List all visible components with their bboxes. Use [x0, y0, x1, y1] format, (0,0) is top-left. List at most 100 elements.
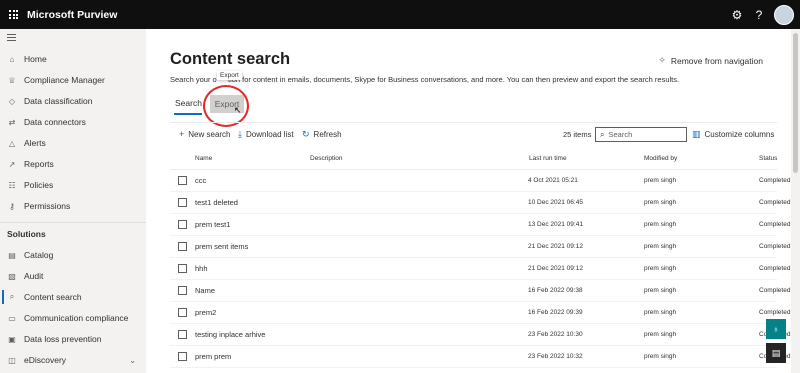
remove-from-navigation-button[interactable]: ✧ Remove from navigation [658, 55, 763, 66]
row-checkbox[interactable] [178, 264, 187, 273]
sidebar-item-catalog[interactable]: ▤ Catalog [0, 245, 146, 265]
sidebar-item-label: Compliance Manager [24, 75, 105, 85]
feedback-button[interactable]: ▤ [766, 343, 786, 363]
table-row[interactable]: hhh 21 Dec 2021 09:12 prem singh Completed [170, 258, 790, 280]
row-name[interactable]: prem test1 [195, 220, 230, 229]
avatar[interactable] [774, 4, 794, 25]
row-name[interactable]: Name [195, 286, 215, 295]
row-name[interactable]: testing inplace arhive [195, 330, 265, 339]
sidebar-item-data-loss-prevention[interactable]: ▣ Data loss prevention [0, 329, 146, 349]
row-name[interactable]: prem prem [195, 352, 231, 361]
row-modified-by: prem singh [644, 221, 677, 228]
row-checkbox[interactable] [178, 242, 187, 251]
download-list-label: Download list [245, 130, 294, 139]
row-modified-by: prem singh [644, 265, 677, 272]
column-header-name[interactable]: Name [195, 155, 212, 162]
sidebar: ⌂ Home ♕ Compliance Manager ◇ Data classifica… [0, 29, 146, 373]
row-name[interactable]: test1 deleted [195, 198, 238, 207]
sidebar-item-data-classification[interactable]: ◇ Data classification [0, 91, 146, 111]
main-content: Content search ✧ Remove from navigation … [146, 29, 791, 373]
tab-search[interactable]: Search [175, 98, 202, 108]
sidebar-item-compliance-manager[interactable]: ♕ Compliance Manager [0, 70, 146, 90]
download-list-button[interactable]: ⤓ Download list [238, 129, 294, 140]
new-search-label: New search [188, 129, 231, 139]
table-row[interactable]: prem test1 13 Dec 2021 09:41 prem singh Com… [170, 214, 790, 236]
hamburger-menu-icon[interactable] [7, 34, 16, 43]
row-last-run-time: 21 Dec 2021 09:12 [528, 265, 583, 272]
scrollbar-thumb[interactable] [793, 33, 798, 173]
row-last-run-time: 4 Oct 2021 05:21 [528, 177, 578, 184]
row-checkbox[interactable] [178, 308, 187, 317]
catalog-icon: ▤ [8, 250, 16, 260]
vertical-scrollbar[interactable] [791, 29, 800, 373]
shield-icon: ▣ [8, 334, 16, 344]
help-support-button[interactable]: ♁ [766, 319, 786, 339]
table-row[interactable]: prem prem23 Feb 2022 10:32prem singhComp… [170, 346, 790, 368]
sidebar-section-title: Solutions [7, 229, 46, 239]
chevron-down-icon[interactable]: ⌄ [129, 356, 136, 365]
row-name[interactable]: hhh [195, 264, 208, 273]
sidebar-item-data-connectors[interactable]: ⇄ Data connectors [0, 112, 146, 132]
sidebar-item-home[interactable]: ⌂ Home [0, 49, 146, 69]
refresh-button[interactable]: ↻ Refresh [302, 129, 342, 140]
row-checkbox[interactable] [178, 286, 187, 295]
sidebar-item-audit[interactable]: ▧ Audit [0, 266, 146, 286]
items-count: 25 items [563, 130, 592, 139]
row-name[interactable]: ccc [195, 176, 206, 185]
sidebar-item-content-search[interactable]: ⌕ Content search [0, 287, 146, 307]
mouse-cursor-icon: ↖ [234, 105, 242, 115]
row-status: Completed [759, 287, 791, 294]
new-search-button[interactable]: + New search [179, 129, 231, 139]
toolbar-divider [170, 122, 777, 123]
trophy-icon: ♕ [8, 75, 16, 85]
row-checkbox[interactable] [178, 176, 187, 185]
row-modified-by: prem singh [644, 331, 677, 338]
sidebar-item-label: Content search [24, 292, 82, 302]
app-title[interactable]: Microsoft Purview [27, 9, 117, 21]
row-checkbox[interactable] [178, 352, 187, 361]
row-checkbox[interactable] [178, 330, 187, 339]
row-name[interactable]: prem sent items [195, 242, 248, 251]
settings-icon[interactable]: ⚙ [726, 8, 748, 22]
sidebar-item-communication-compliance[interactable]: ▭ Communication compliance [0, 308, 146, 328]
table-row[interactable]: prem2 16 Feb 2022 09:39 prem singh Complete… [170, 302, 790, 324]
app-launcher-icon[interactable] [9, 10, 18, 19]
row-name[interactable]: prem2 [195, 308, 216, 317]
sidebar-item-reports[interactable]: ↗ Reports [0, 154, 146, 174]
feedback-icon: ▤ [771, 347, 781, 358]
lightbulb-icon: ♁ [772, 324, 780, 334]
sidebar-item-ediscovery[interactable]: ◫ eDiscovery ⌄ [0, 350, 146, 370]
connector-icon: ⇄ [8, 117, 16, 127]
audit-icon: ▧ [8, 271, 16, 281]
table-row[interactable]: test1 deleted 10 Dec 2021 06:45 prem singh… [170, 192, 790, 214]
search-icon: ⌕ [9, 292, 15, 301]
row-modified-by: prem singh [644, 309, 677, 316]
row-last-run-time: 13 Dec 2021 09:41 [528, 221, 583, 228]
table-row[interactable]: Name 16 Feb 2022 09:38 prem singh Completed [170, 280, 790, 302]
row-checkbox[interactable] [178, 198, 187, 207]
column-header-last-run-time[interactable]: Last run time [529, 155, 567, 162]
reports-icon: ↗ [8, 159, 16, 169]
help-icon[interactable]: ? [748, 8, 770, 22]
row-last-run-time: 23 Feb 2022 10:30 [528, 331, 583, 338]
column-header-modified-by[interactable]: Modified by [644, 155, 677, 162]
sidebar-item-permissions[interactable]: ⚷ Permissions [0, 196, 146, 216]
sidebar-item-alerts[interactable]: △ Alerts [0, 133, 146, 153]
search-input[interactable]: ⌕ Search [595, 127, 687, 142]
sidebar-item-label: Home [24, 54, 47, 64]
sidebar-item-label: Communication compliance [24, 313, 129, 323]
table-row[interactable]: testing inplace arhive 23 Feb 2022 10:30 p… [170, 324, 790, 346]
alert-icon: △ [8, 138, 16, 148]
table-row[interactable]: ccc 4 Oct 2021 05:21 prem singh Completed [170, 170, 790, 192]
sidebar-item-policies[interactable]: ☷ Policies [0, 175, 146, 195]
table-row[interactable]: prem sent items 21 Dec 2021 09:12 prem sin… [170, 236, 790, 258]
customize-columns-button[interactable]: ▥ Customize columns [692, 129, 774, 140]
row-modified-by: prem singh [644, 243, 677, 250]
columns-icon: ▥ [692, 129, 701, 139]
column-header-description[interactable]: Description [310, 155, 343, 162]
row-checkbox[interactable] [178, 220, 187, 229]
row-modified-by: prem singh [644, 287, 677, 294]
sidebar-item-label: Data connectors [24, 117, 86, 127]
unpin-icon: ✧ [658, 55, 666, 65]
column-header-status[interactable]: Status [759, 155, 777, 162]
